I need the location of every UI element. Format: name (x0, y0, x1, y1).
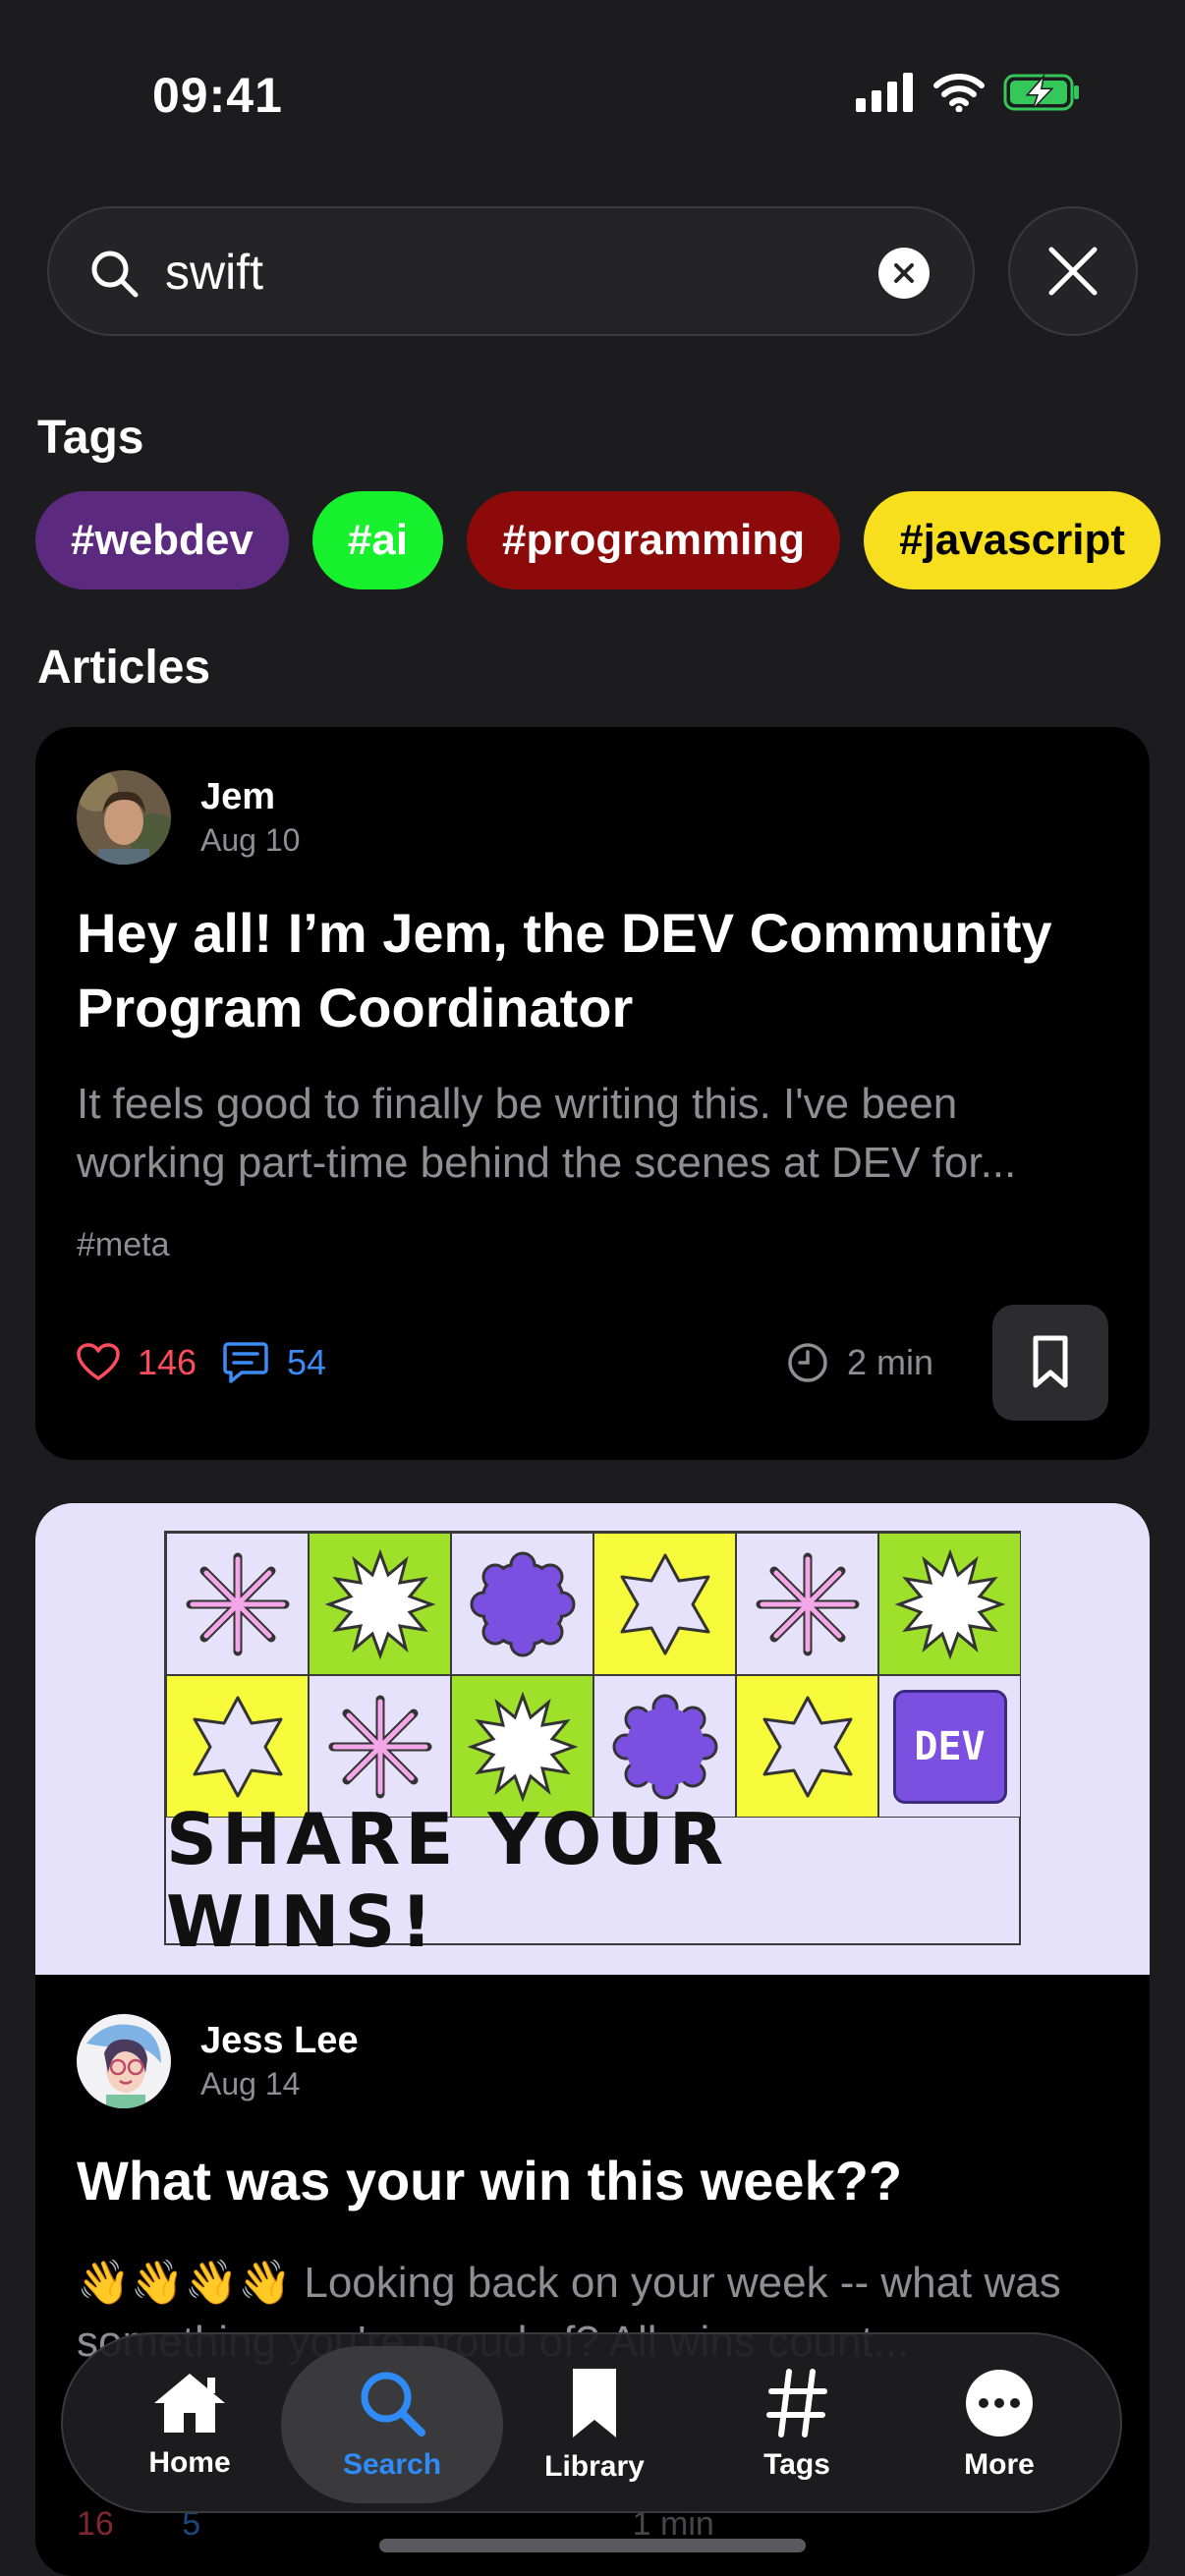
article-title[interactable]: What was your win this week?? (77, 2144, 1118, 2218)
tab-home[interactable]: Home (79, 2346, 301, 2503)
status-time: 09:41 (152, 68, 283, 123)
tag-label: #ai (347, 516, 409, 564)
starburst-icon (878, 1533, 1021, 1675)
search-row: swift (47, 206, 1138, 336)
post-date: Aug 14 (200, 2066, 301, 2101)
author-row: Jem Aug 10 (77, 770, 300, 865)
dev-logo-text: DEV (892, 1689, 1007, 1804)
star-icon (736, 1675, 878, 1818)
tab-label: Tags (763, 2448, 830, 2481)
article-title[interactable]: Hey all! I’m Jem, the DEV Community Prog… (77, 896, 1118, 1045)
badge-icon (451, 1533, 593, 1675)
heart-icon (77, 1343, 120, 1380)
post-date: Aug 10 (200, 822, 301, 858)
comment-count-text: 54 (287, 1342, 327, 1382)
author-name[interactable]: Jem (200, 774, 300, 819)
tag-label: #programming (502, 516, 806, 564)
article-hashtag[interactable]: #meta (77, 1226, 170, 1264)
search-icon (361, 2372, 425, 2436)
tags-list: #webdev #ai #programming #javascript (35, 491, 1161, 589)
tab-more[interactable]: More (888, 2346, 1110, 2503)
tag-label: #webdev (71, 516, 254, 564)
bookmark-button[interactable] (992, 1305, 1108, 1421)
sparkle-icon (736, 1533, 878, 1675)
cover-banner-text: SHARE YOUR WINS! (166, 1798, 729, 1963)
tab-label: Home (148, 2446, 231, 2479)
cover-image[interactable]: DEV SHARE YOUR WINS! (35, 1503, 1150, 1975)
tab-label: Search (342, 2448, 442, 2481)
like-count-text: 16 (77, 2505, 114, 2543)
dev-logo: DEV (878, 1675, 1021, 1818)
like-count[interactable]: 146 (77, 1305, 197, 1421)
home-indicator (379, 2539, 806, 2552)
articles-section-title: Articles (37, 642, 211, 694)
tab-search[interactable]: Search (281, 2346, 503, 2503)
starburst-icon (309, 1533, 451, 1675)
clock-icon (788, 1343, 827, 1382)
author-meta: Jem Aug 10 (200, 774, 300, 861)
battery-charging-icon (1003, 73, 1079, 111)
comment-count[interactable]: 54 (222, 1305, 326, 1421)
comment-icon (223, 1342, 268, 1383)
tag-pill-ai[interactable]: #ai (311, 491, 444, 589)
sparkle-icon (166, 1533, 309, 1675)
clear-icon (894, 263, 914, 283)
cover-grid: DEV SHARE YOUR WINS! (164, 1531, 1021, 1963)
sparkle-icon (309, 1675, 451, 1818)
tab-label: More (964, 2448, 1035, 2481)
like-count-text: 146 (138, 1342, 198, 1382)
wifi-icon (933, 74, 985, 112)
avatar[interactable] (77, 2014, 171, 2108)
tab-tags[interactable]: Tags (686, 2346, 908, 2503)
badge-icon (593, 1675, 736, 1818)
starburst-icon (451, 1675, 593, 1818)
tag-pill-javascript[interactable]: #javascript (864, 491, 1161, 589)
author-row: Jess Lee Aug 14 (77, 2014, 359, 2108)
reading-time: 2 min (786, 1305, 933, 1421)
tab-bar: Home Search Library Tags More (61, 2332, 1122, 2513)
tag-pill-webdev[interactable]: #webdev (35, 491, 289, 589)
star-icon (593, 1533, 736, 1675)
article-stats: 146 54 2 min (77, 1305, 1108, 1421)
clear-search-button[interactable] (878, 248, 930, 299)
bookmark-icon (573, 2369, 616, 2437)
reading-time-text: 2 min (847, 1342, 934, 1382)
author-name[interactable]: Jess Lee (200, 2018, 359, 2063)
author-meta: Jess Lee Aug 14 (200, 2018, 359, 2104)
close-icon (1048, 247, 1098, 296)
search-icon (91, 251, 139, 298)
house-icon (154, 2374, 225, 2433)
article-card[interactable]: Jem Aug 10 Hey all! I’m Jem, the DEV Com… (35, 727, 1150, 1460)
tab-library[interactable]: Library (483, 2346, 705, 2503)
status-icons (856, 73, 1082, 112)
status-bar: 09:41 (0, 0, 1185, 187)
tags-section-title: Tags (37, 412, 144, 464)
cellular-signal-icon (856, 73, 913, 112)
search-query-text[interactable]: swift (165, 244, 263, 301)
star-icon (166, 1675, 309, 1818)
avatar[interactable] (77, 770, 171, 865)
search-input[interactable]: swift (47, 206, 975, 336)
bookmark-icon (1033, 1335, 1068, 1388)
tag-pill-programming[interactable]: #programming (467, 491, 841, 589)
hash-icon (766, 2369, 827, 2437)
ellipsis-icon (966, 2370, 1033, 2436)
tab-label: Library (544, 2450, 645, 2483)
close-search-button[interactable] (1008, 206, 1138, 336)
article-excerpt: It feels good to finally be writing this… (77, 1080, 1017, 1187)
tag-label: #javascript (899, 516, 1126, 564)
